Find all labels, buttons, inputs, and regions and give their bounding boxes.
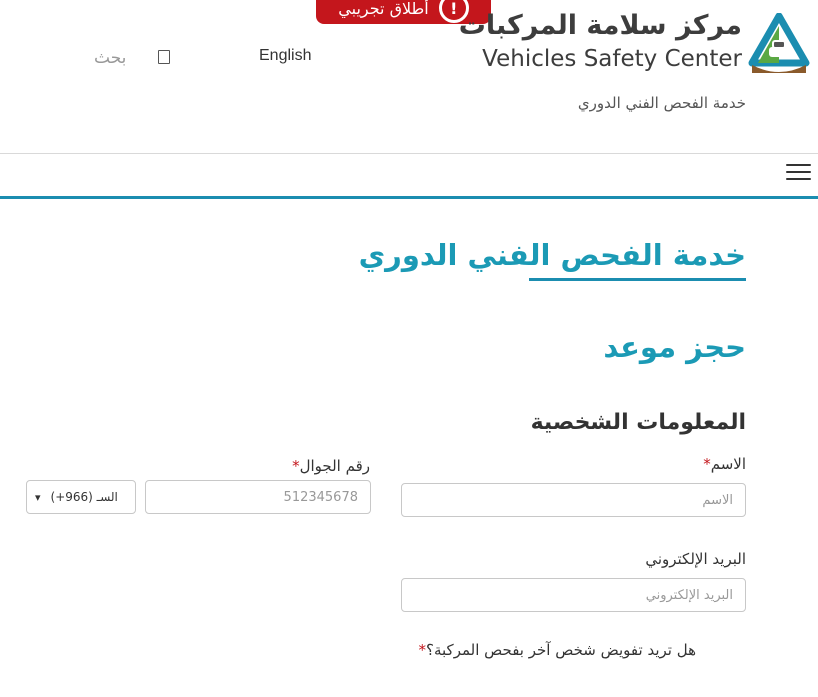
brand-logo[interactable]: مركز سلامة المركبات Vehicles Safety Cent…: [459, 10, 814, 78]
page-title: خدمة الفحص الفني الدوري: [358, 238, 746, 272]
search-label[interactable]: بحث: [94, 48, 126, 68]
required-mark: *: [703, 455, 711, 473]
menu-icon[interactable]: [786, 164, 811, 182]
nav-accent-bar: [0, 196, 818, 199]
phone-label-text: رقم الجوال: [299, 457, 370, 475]
brand-name-en: Vehicles Safety Center: [482, 46, 742, 72]
language-switch-link[interactable]: English: [259, 47, 311, 65]
search-icon[interactable]: [158, 50, 170, 64]
country-code-select[interactable]: ▾ (+966) السـ: [26, 480, 136, 514]
name-label-text: الاسم: [710, 455, 746, 473]
section-title: حجز موعد: [603, 330, 746, 364]
brand-name-ar: مركز سلامة المركبات: [458, 10, 742, 41]
service-subtitle: خدمة الفحص الفني الدوري: [577, 94, 746, 112]
name-input[interactable]: [401, 483, 746, 517]
vehicle-emblem-icon: [748, 13, 810, 73]
beta-badge-label: أطلاق تجريبي: [338, 0, 429, 18]
country-code-value: (+966) السـ: [50, 490, 118, 504]
email-input[interactable]: [401, 578, 746, 612]
required-mark: *: [292, 457, 300, 475]
email-label: البريد الإلكتروني: [645, 550, 746, 568]
delegate-question: هل تريد تفويض شخص آخر بفحص المركبة؟*: [419, 641, 696, 659]
page-title-underline: [529, 278, 746, 281]
personal-info-title: المعلومات الشخصية: [530, 410, 746, 435]
phone-input[interactable]: [145, 480, 371, 514]
required-mark: *: [418, 641, 427, 659]
name-label: الاسم*: [703, 455, 746, 473]
header-divider: [0, 153, 818, 154]
chevron-down-icon: ▾: [35, 490, 41, 504]
phone-label: رقم الجوال*: [292, 457, 370, 475]
delegate-question-text: هل تريد تفويض شخص آخر بفحص المركبة؟: [426, 641, 696, 659]
